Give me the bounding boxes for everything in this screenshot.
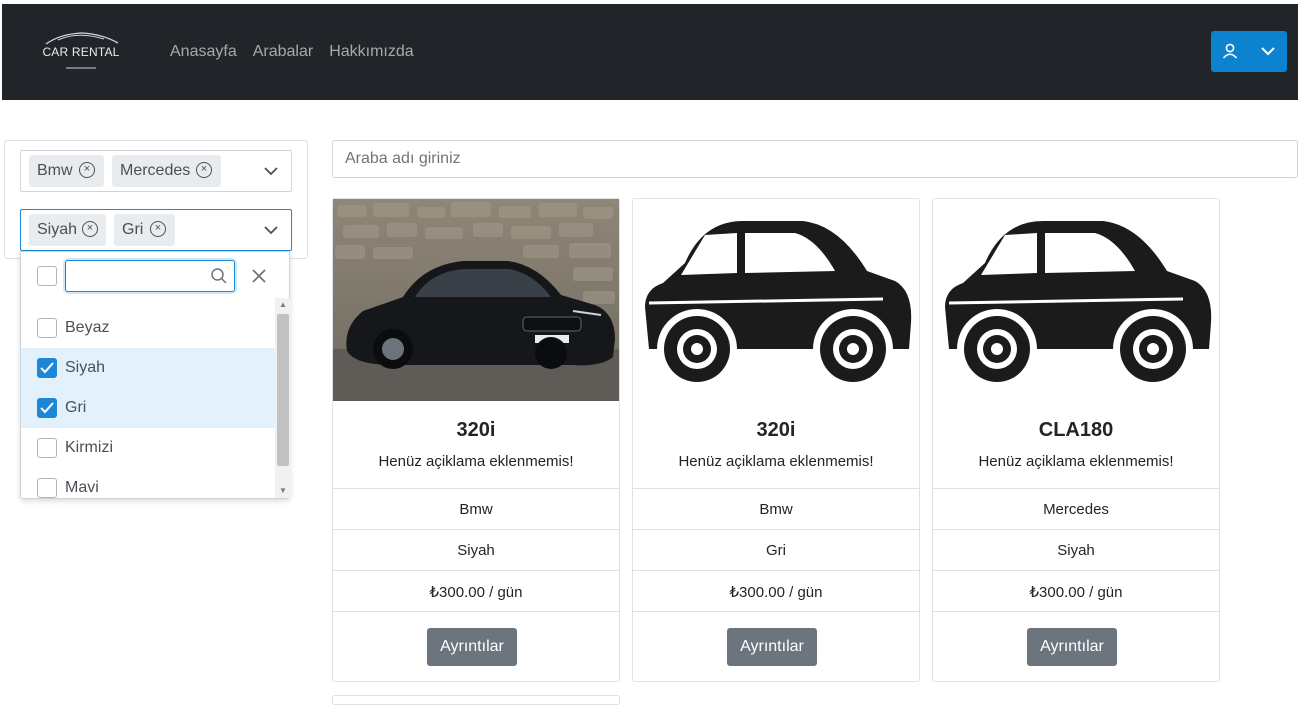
scroll-down-icon[interactable]: ▼ [279,486,287,495]
logo[interactable]: CAR RENTAL [38,30,124,72]
filter-panel: Bmw × Mercedes × Siyah × Gri × [4,140,308,259]
color-dropdown: Beyaz Siyah Gri Kirmizi Mavi ▲ ▼ [20,251,291,499]
car-image-silhouette [933,199,1219,401]
car-brand: Mercedes [933,488,1219,529]
option-kirmizi[interactable]: Kirmizi [21,428,275,468]
car-card: 320i Henüz açiklama eklenmemis! Bmw Siya… [332,198,620,682]
car-image-silhouette [633,199,919,401]
option-mavi[interactable]: Mavi [21,468,275,498]
checkbox[interactable] [37,318,57,338]
car-name: CLA180 [1038,419,1114,441]
car-price: ₺300.00 / gün [933,570,1219,611]
close-icon[interactable] [249,266,269,286]
select-all-checkbox[interactable] [37,266,57,286]
details-button[interactable]: Ayrıntılar [427,628,517,666]
car-card: 320i Henüz açiklama eklenmemis! Bmw Gri … [632,198,920,682]
dropdown-scrollbar[interactable]: ▲ ▼ [275,298,291,498]
car-search-input[interactable]: Araba adı giriniz [332,140,1298,178]
chevron-down-icon[interactable] [263,163,279,179]
dropdown-search[interactable] [65,260,235,292]
remove-chip-icon[interactable]: × [82,221,98,237]
chevron-down-icon [1261,47,1275,56]
chip-label: Siyah [37,221,78,238]
car-description: Henüz açiklama eklenmemis! [378,453,574,470]
checkbox-checked[interactable] [37,398,57,418]
car-color: Siyah [333,529,619,570]
search-icon [211,268,227,284]
nav-link-arabalar[interactable]: Arabalar [253,43,313,61]
car-color: Gri [633,529,919,570]
option-label: Beyaz [65,319,110,336]
nav-link-hakkimizda[interactable]: Hakkımızda [329,43,413,61]
brand-multiselect[interactable]: Bmw × Mercedes × [20,150,292,192]
nav-link-anasayfa[interactable]: Anasayfa [170,43,237,61]
remove-chip-icon[interactable]: × [196,162,212,178]
nav-links: Anasayfa Arabalar Hakkımızda [170,43,414,61]
details-button[interactable]: Ayrıntılar [727,628,817,666]
option-gri[interactable]: Gri [21,388,275,428]
color-multiselect[interactable]: Siyah × Gri × [20,209,292,251]
car-brand: Bmw [633,488,919,529]
car-image-bmw-photo [333,199,619,401]
chevron-down-icon[interactable] [263,222,279,238]
chip-mercedes: Mercedes × [112,155,221,187]
check-icon [40,362,54,374]
option-siyah[interactable]: Siyah [21,348,275,388]
car-price: ₺300.00 / gün [633,570,919,611]
car-description: Henüz açiklama eklenmemis! [678,453,874,470]
chip-gri: Gri × [114,214,175,246]
remove-chip-icon[interactable]: × [79,162,95,178]
option-label: Mavi [65,479,99,496]
chip-label: Bmw [37,162,73,179]
check-icon [40,402,54,414]
chip-label: Mercedes [120,162,191,179]
remove-chip-icon[interactable]: × [150,221,166,237]
user-menu-button[interactable] [1211,31,1287,72]
logo-text: CAR RENTAL [42,45,120,59]
option-beyaz[interactable]: Beyaz [21,308,275,348]
checkbox-checked[interactable] [37,358,57,378]
next-card-peek [332,695,620,705]
car-color: Siyah [933,529,1219,570]
car-name: 320i [456,419,496,441]
car-card: CLA180 Henüz açiklama eklenmemis! Merced… [932,198,1220,682]
scroll-up-icon[interactable]: ▲ [279,300,287,309]
car-price: ₺300.00 / gün [333,570,619,611]
checkbox[interactable] [37,478,57,498]
option-label: Kirmizi [65,439,113,456]
user-icon [1222,43,1238,59]
chip-bmw: Bmw × [29,155,104,187]
car-name: 320i [756,419,796,441]
checkbox[interactable] [37,438,57,458]
option-label: Gri [65,399,87,416]
dropdown-search-input[interactable] [72,261,212,289]
scrollbar-thumb[interactable] [277,314,289,466]
car-description: Henüz açiklama eklenmemis! [978,453,1174,470]
details-button[interactable]: Ayrıntılar [1027,628,1117,666]
chip-label: Gri [122,221,144,238]
dropdown-options: Beyaz Siyah Gri Kirmizi Mavi [21,308,275,498]
navbar: CAR RENTAL Anasayfa Arabalar Hakkımızda [2,4,1298,100]
option-label: Siyah [65,359,106,376]
car-brand: Bmw [333,488,619,529]
chip-siyah: Siyah × [29,214,106,246]
